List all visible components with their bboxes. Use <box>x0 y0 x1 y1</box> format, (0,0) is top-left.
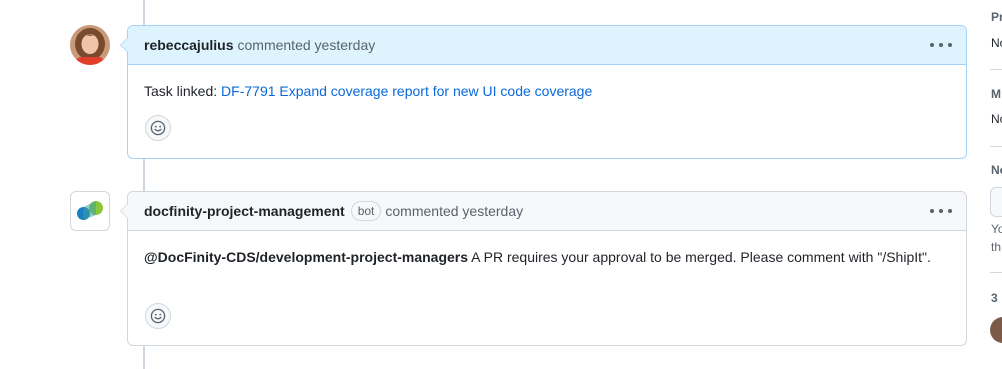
bot-badge: bot <box>350 201 382 221</box>
pr-conversation: rebeccajulius commented yesterday Task l… <box>0 0 1002 369</box>
comment-arrow-inner <box>121 203 129 219</box>
comment-body-prefix: Task linked: <box>144 83 222 99</box>
team-mention[interactable]: @DocFinity-CDS/development-project-manag… <box>144 249 468 265</box>
sidebar-section-title[interactable]: No <box>991 163 1002 177</box>
avatar-rebeccajulius[interactable] <box>70 25 110 65</box>
comment-card: docfinity-project-management bot comment… <box>120 191 967 346</box>
sidebar-hint-line: Yo <box>991 222 1002 236</box>
user-avatar-image <box>70 25 110 65</box>
sidebar-section-title: 3 <box>991 291 998 305</box>
add-reaction-button[interactable] <box>145 115 171 141</box>
task-link[interactable]: DF-7791 Expand coverage report for new U… <box>221 83 592 99</box>
comment-author[interactable]: rebeccajulius <box>144 37 234 53</box>
kebab-horizontal-icon[interactable] <box>930 36 952 54</box>
comment-author[interactable]: docfinity-project-management <box>144 203 345 219</box>
smiley-icon <box>150 120 166 136</box>
comment-header: docfinity-project-management bot comment… <box>120 192 966 231</box>
pr-sidebar: Pr No M No No Yo th 3 <box>990 0 1002 369</box>
kebab-horizontal-icon[interactable] <box>930 202 952 220</box>
comment-timestamp[interactable]: commented yesterday <box>238 37 376 53</box>
comment-arrow-inner <box>121 37 129 53</box>
comment-body-text: A PR requires your approval to be merged… <box>468 249 931 265</box>
docfinity-logo-icon <box>77 201 103 220</box>
comment-body: Task linked: DF-7791 Expand coverage rep… <box>128 65 966 101</box>
sidebar-section-value: No <box>991 36 1002 50</box>
comment-timestamp[interactable]: commented yesterday <box>385 203 523 219</box>
sidebar-section-title[interactable]: M <box>991 87 1001 101</box>
comment-card: rebeccajulius commented yesterday Task l… <box>120 25 967 159</box>
sidebar-hint-line: th <box>991 240 1002 254</box>
smiley-icon <box>150 308 166 324</box>
sidebar-divider <box>990 69 1002 70</box>
sidebar-action-button[interactable] <box>990 187 1002 217</box>
sidebar-divider <box>990 272 1002 273</box>
sidebar-section-title[interactable]: Pr <box>991 10 1002 24</box>
avatar-docfinity-bot[interactable] <box>70 191 110 231</box>
comment-body: @DocFinity-CDS/development-project-manag… <box>128 231 966 267</box>
add-reaction-button[interactable] <box>145 303 171 329</box>
comment-header: rebeccajulius commented yesterday <box>120 26 966 65</box>
sidebar-divider <box>990 146 1002 147</box>
sidebar-section-value: No <box>991 112 1002 126</box>
participant-avatar[interactable] <box>990 317 1002 343</box>
